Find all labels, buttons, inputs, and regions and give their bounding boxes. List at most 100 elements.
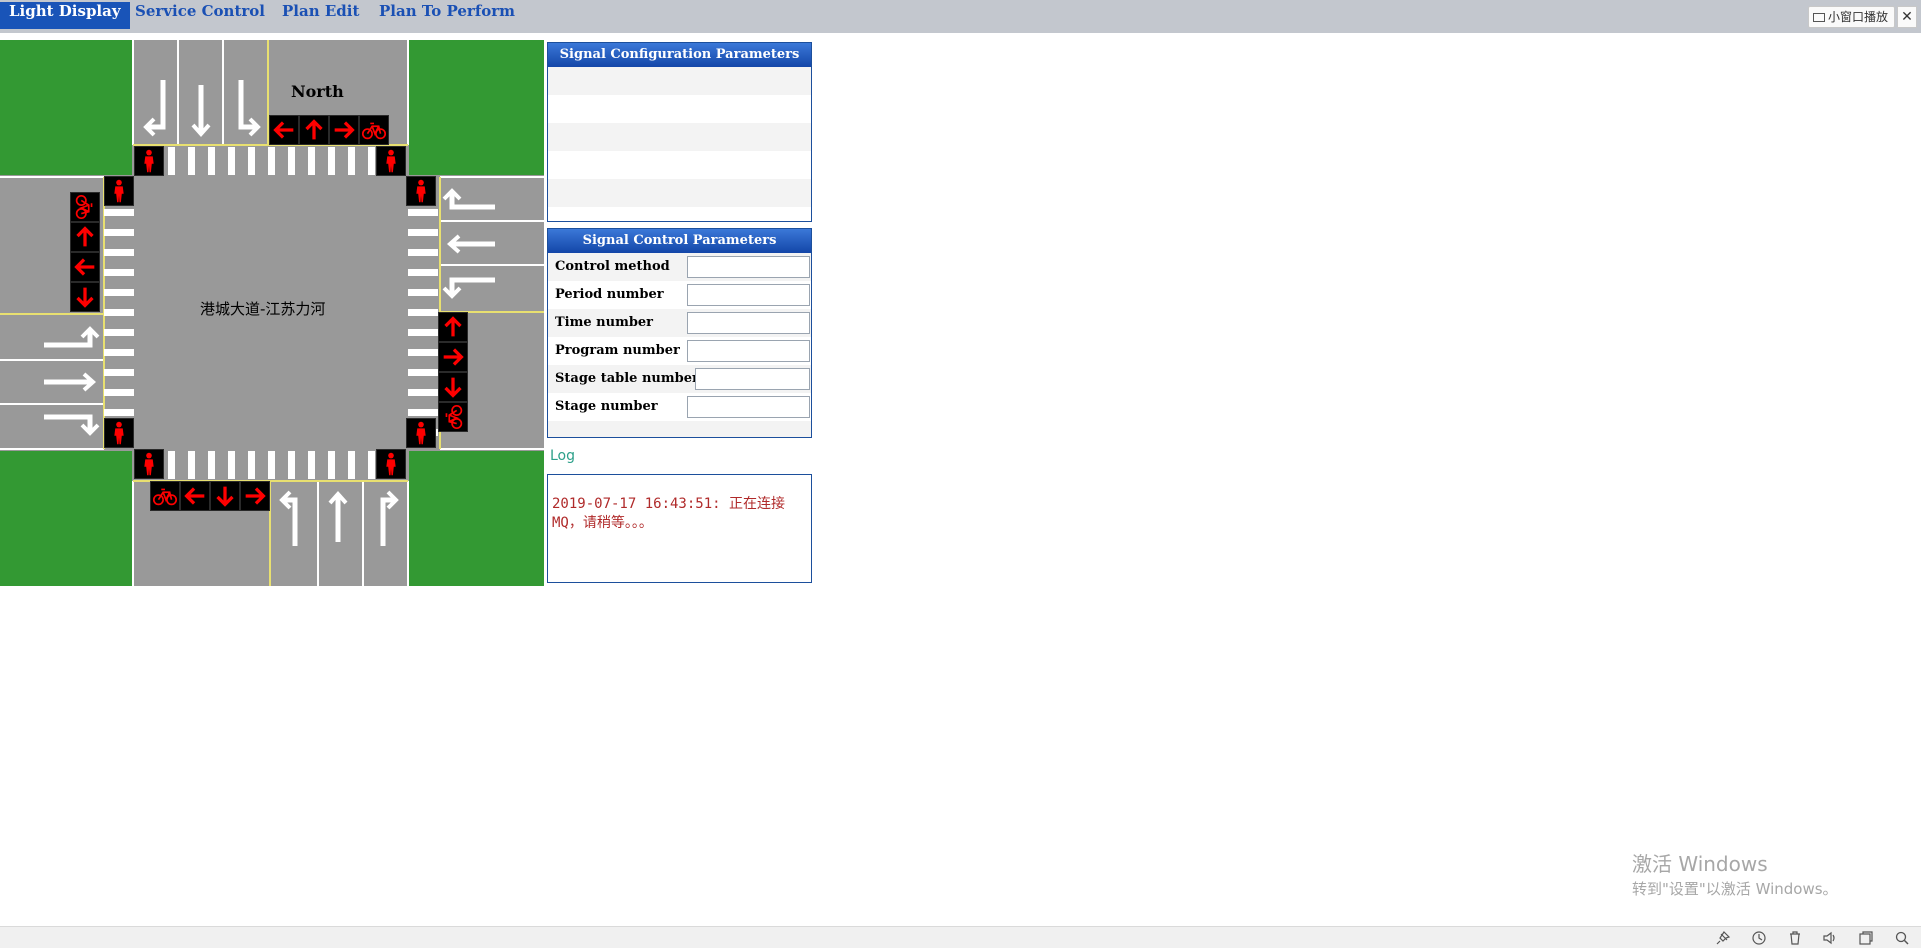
trash-icon[interactable] [1787,930,1803,946]
config-row [548,95,811,123]
program-number-label: Program number [555,343,680,358]
pedestrian-icon [416,179,426,203]
stage-number-input[interactable] [687,396,810,418]
program-number-input[interactable] [687,340,810,362]
pip-button[interactable]: 小窗口播放 [1807,6,1895,28]
signal-control-title: Signal Control Parameters [548,229,811,253]
log-box: 2019-07-17 16:43:51: 正在连接 MQ，请稍等。。。 [547,474,812,583]
time-number-input[interactable] [687,312,810,334]
arrow-left-icon [74,258,95,276]
pedestrian-signal-sw-v [104,418,134,448]
control-method-label: Control method [555,259,670,274]
west-straight-signal [70,222,100,252]
signal-config-title: Signal Configuration Parameters [548,43,811,67]
north-bike-signal [359,115,389,145]
bicycle-icon [445,404,463,430]
arrow-down-icon [216,486,234,507]
arrow-right-icon [443,348,464,366]
south-straight-signal [210,481,240,511]
stage-table-number-input[interactable] [695,368,810,390]
stage-number-label: Stage number [555,399,658,414]
pedestrian-signal-ne-v [406,176,436,206]
pedestrian-signal-nw-v [104,176,134,206]
north-straight-signal [299,115,329,145]
tab-plan-edit[interactable]: Plan Edit [273,2,368,29]
log-title: Log [550,448,576,464]
arrow-left-icon [184,487,205,505]
time-number-label: Time number [555,315,654,330]
arrow-right-icon [245,487,266,505]
east-bike-signal [438,402,468,432]
north-right-signal [329,115,359,145]
tab-plan-to-perform[interactable]: Plan To Perform [370,2,524,29]
tab-light-display[interactable]: Light Display [0,2,130,29]
config-row [548,179,811,207]
log-line: 2019-07-17 16:43:51: 正在连接 [552,496,786,512]
pedestrian-icon [386,452,396,476]
bicycle-icon [361,122,387,140]
south-left-signal [180,481,210,511]
pedestrian-icon [114,421,124,445]
stage-table-number-label: Stage table number [555,371,699,386]
north-left-signal [269,115,299,145]
pedestrian-icon [144,149,154,173]
signal-control-panel: Signal Control Parameters Control method… [547,228,812,438]
arrow-right-icon [334,121,355,139]
arrow-down-icon [444,377,462,398]
window-icon[interactable] [1858,930,1874,946]
config-row [548,123,811,151]
control-method-input[interactable] [687,256,810,278]
stage-number-row: Stage number [548,393,811,421]
arrow-up-icon [76,226,94,247]
activation-watermark-title: 激活 Windows [1632,852,1768,876]
east-right-signal [438,372,468,402]
time-number-row: Time number [548,309,811,337]
east-left-signal [438,342,468,372]
pip-label: 小窗口播放 [1827,10,1888,24]
west-right-signal [70,282,100,312]
tab-service-control[interactable]: Service Control [126,2,274,29]
control-method-row: Control method [548,253,811,281]
south-right-signal [240,481,270,511]
period-number-row: Period number [548,281,811,309]
west-bike-signal [70,192,100,222]
period-number-label: Period number [555,287,664,302]
pedestrian-icon [386,149,396,173]
bottom-status-bar [0,926,1921,948]
east-straight-signal [438,312,468,342]
control-panel-footer [548,421,811,437]
pip-close-button[interactable]: ✕ [1897,6,1917,28]
top-tab-bar: Light Display Service Control Plan Edit … [0,0,1921,33]
pin-icon[interactable] [1715,930,1731,946]
bicycle-icon [75,194,93,220]
log-line: MQ，请稍等。。。 [552,515,653,531]
intersection-view: North 港城大道-江苏力河 [0,40,544,586]
arrow-up-icon [444,316,462,337]
arrow-left-icon [273,121,294,139]
volume-icon[interactable] [1822,930,1838,946]
arrow-down-icon [76,287,94,308]
history-icon[interactable] [1751,930,1767,946]
activation-watermark-subtitle: 转到"设置"以激活 Windows。 [1632,880,1838,898]
program-number-row: Program number [548,337,811,365]
intersection-name: 港城大道-江苏力河 [200,300,326,318]
pedestrian-signal-nw-h [134,146,164,176]
pedestrian-signal-se-v [406,418,436,448]
period-number-input[interactable] [687,284,810,306]
pedestrian-icon [144,452,154,476]
south-bike-signal [150,481,180,511]
pedestrian-signal-se-h [376,449,406,479]
search-icon[interactable] [1894,930,1910,946]
signal-config-panel: Signal Configuration Parameters [547,42,812,222]
pedestrian-signal-ne-h [376,146,406,176]
pedestrian-icon [114,179,124,203]
bicycle-icon [152,488,178,506]
config-row [548,67,811,95]
pip-icon [1812,13,1825,22]
stage-table-number-row: Stage table number [548,365,811,393]
arrow-up-icon [305,119,323,140]
north-label: North [291,82,344,101]
pedestrian-signal-sw-h [134,449,164,479]
config-row [548,151,811,179]
west-left-signal [70,252,100,282]
